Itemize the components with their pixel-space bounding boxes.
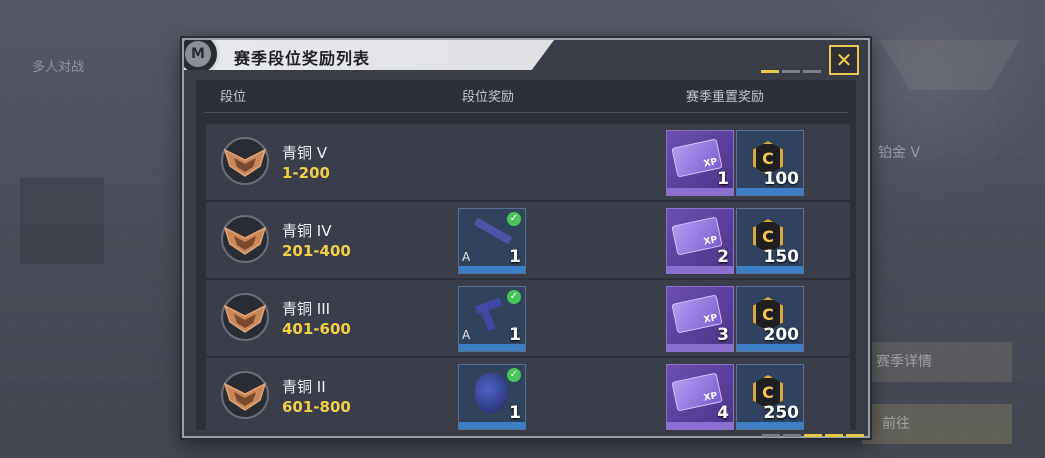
rank-reward-item[interactable]: ✓ A 1 <box>458 208 526 274</box>
background-rank-label: 铂金 V <box>878 145 921 161</box>
rank-reward-item[interactable]: ✓ 1 <box>458 364 526 430</box>
rank-name: 青铜 II <box>282 378 326 396</box>
reward-quantity: 2 <box>717 247 729 267</box>
rank-points-range: 1-200 <box>282 164 330 182</box>
pistol-icon <box>475 297 509 332</box>
rank-name: 青铜 IV <box>282 222 332 240</box>
xp-card-icon: XP <box>671 216 723 256</box>
background-emblem <box>880 40 1020 150</box>
reward-quantity: 150 <box>763 247 800 267</box>
dialog-title-bar: M 赛季段位奖励列表 <box>184 40 554 70</box>
xp-card-reward[interactable]: XP 1 <box>666 130 734 196</box>
xp-card-icon: XP <box>671 294 723 334</box>
claimed-check-icon: ✓ <box>507 368 521 382</box>
coin-reward[interactable]: C 100 <box>736 130 804 196</box>
reward-quantity: 250 <box>763 403 800 423</box>
reward-quantity: 1 <box>509 247 521 267</box>
xp-card-reward[interactable]: XP 2 <box>666 208 734 274</box>
xp-card-reward[interactable]: XP 4 <box>666 364 734 430</box>
rank-points-range: 601-800 <box>282 398 351 416</box>
bronze-rank-icon <box>221 371 269 419</box>
tier-label: A <box>462 328 471 342</box>
claimed-check-icon: ✓ <box>507 290 521 304</box>
rank-points-range: 201-400 <box>282 242 351 260</box>
column-season-reset-reward: 赛季重置奖励 <box>686 90 765 105</box>
tier-label: A <box>462 250 471 264</box>
table-row: 青铜 II 601-800 ✓ 1 XP 4 C 250 <box>206 358 850 430</box>
grenade-icon <box>475 373 507 413</box>
table-header: 段位 段位奖励 赛季重置奖励 <box>196 86 856 110</box>
xp-card-reward[interactable]: XP 3 <box>666 286 734 352</box>
reward-quantity: 200 <box>763 325 800 345</box>
column-rank-reward: 段位奖励 <box>462 90 515 105</box>
page-indicator-bottom <box>762 434 864 437</box>
coin-reward[interactable]: C 200 <box>736 286 804 352</box>
rank-name: 青铜 III <box>282 300 331 318</box>
reward-quantity: 1 <box>509 403 521 423</box>
close-icon: ✕ <box>835 48 853 72</box>
bronze-rank-icon <box>221 215 269 263</box>
bronze-rank-icon <box>221 293 269 341</box>
reward-quantity: 1 <box>509 325 521 345</box>
reward-quantity: 100 <box>763 169 800 189</box>
dialog-title: 赛季段位奖励列表 <box>234 49 371 68</box>
reward-rows: 青铜 V 1-200 XP 1 C 100 青铜 IV 201-400 ✓ A … <box>206 124 850 430</box>
coin-reward[interactable]: C 250 <box>736 364 804 430</box>
rewards-table[interactable]: 段位 段位奖励 赛季重置奖励 青铜 V 1-200 XP 1 C 100 青铜 … <box>196 80 856 430</box>
header-divider <box>204 112 848 113</box>
column-rank: 段位 <box>220 90 247 105</box>
coin-reward[interactable]: C 150 <box>736 208 804 274</box>
season-rank-rewards-dialog: M 赛季段位奖励列表 ✕ 段位 段位奖励 赛季重置奖励 青铜 V 1-200 X… <box>182 38 870 438</box>
bronze-rank-icon <box>221 137 269 185</box>
table-row: 青铜 IV 201-400 ✓ A 1 XP 2 C 150 <box>206 202 850 278</box>
rank-points-range: 401-600 <box>282 320 351 338</box>
xp-card-icon: XP <box>671 372 723 412</box>
rank-reward-item[interactable]: ✓ A 1 <box>458 286 526 352</box>
page-indicator-top <box>761 70 821 73</box>
reward-quantity: 3 <box>717 325 729 345</box>
mode-badge-icon: M <box>184 40 220 70</box>
reward-quantity: 1 <box>717 169 729 189</box>
reward-quantity: 4 <box>717 403 729 423</box>
claimed-check-icon: ✓ <box>507 212 521 226</box>
table-row: 青铜 III 401-600 ✓ A 1 XP 3 C 200 <box>206 280 850 356</box>
background-season-details-button: 赛季详情 <box>862 342 1012 382</box>
background-tab-multiplayer: 多人对战 <box>32 60 85 75</box>
rank-name: 青铜 V <box>282 144 328 162</box>
background-panel <box>20 178 104 264</box>
background-go-button: 前往 <box>862 404 1012 444</box>
xp-card-icon: XP <box>671 138 723 178</box>
close-button[interactable]: ✕ <box>829 45 859 75</box>
table-row: 青铜 V 1-200 XP 1 C 100 <box>206 124 850 200</box>
